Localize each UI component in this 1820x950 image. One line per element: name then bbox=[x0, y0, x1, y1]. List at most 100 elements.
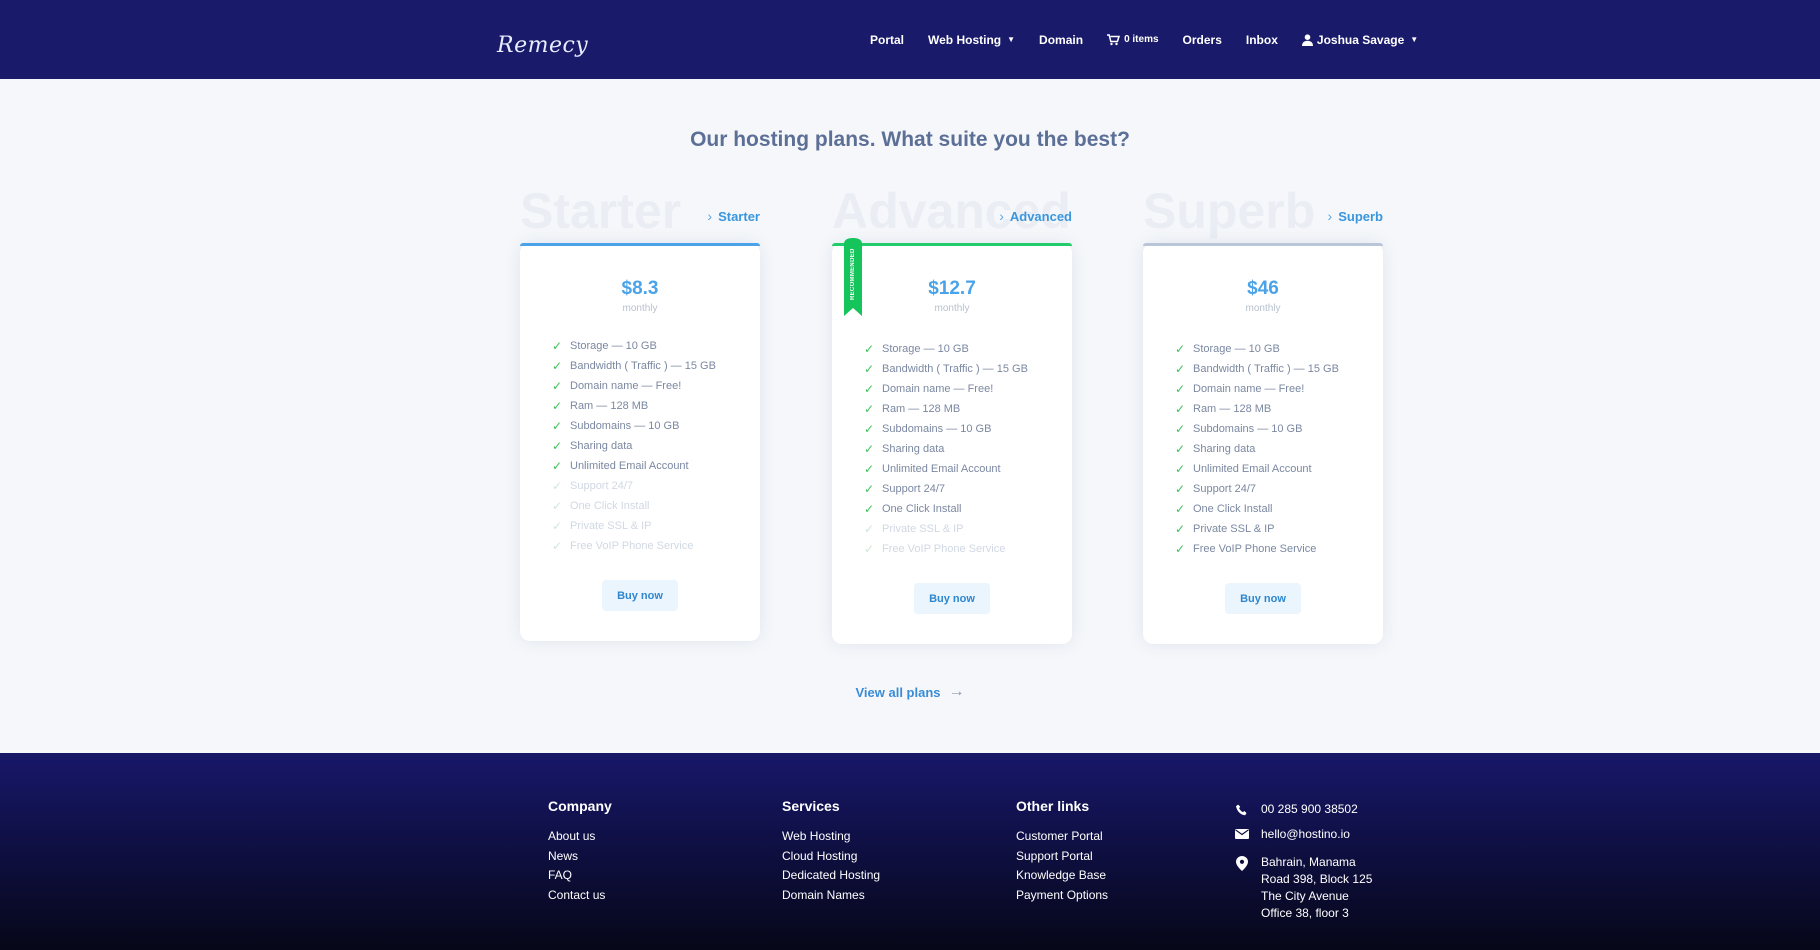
feature-item: ✓ Bandwidth ( Traffic ) — 15 GB bbox=[552, 356, 716, 376]
plan-starter: Starter › Starter $8.3 monthly ✓ Storage … bbox=[520, 186, 760, 646]
feature-item: ✓ Domain name — Free! bbox=[1175, 379, 1339, 399]
feature-item: ✓ Sharing data bbox=[864, 439, 1028, 459]
feature-item: ✓ Support 24/7 bbox=[1175, 479, 1339, 499]
footer-link[interactable]: Contact us bbox=[548, 886, 612, 906]
footer-email[interactable]: hello@hostino.io bbox=[1235, 827, 1350, 841]
footer-link[interactable]: Cloud Hosting bbox=[782, 847, 880, 867]
feature-item-disabled: ✓ Private SSL & IP bbox=[552, 516, 716, 536]
feature-text: Domain name — Free! bbox=[882, 383, 994, 395]
nav-web-hosting-dropdown[interactable]: Web Hosting ▼ bbox=[916, 33, 1027, 47]
check-icon: ✓ bbox=[864, 482, 875, 496]
feature-list: ✓ Storage — 10 GB ✓ Bandwidth ( Traffic ) … bbox=[552, 336, 716, 556]
plan-period: monthly bbox=[934, 303, 970, 314]
feature-item: ✓ Storage — 10 GB bbox=[552, 336, 716, 356]
nav-user-dropdown[interactable]: Joshua Savage ▼ bbox=[1290, 33, 1430, 47]
feature-text: Support 24/7 bbox=[882, 483, 945, 495]
feature-text: Sharing data bbox=[882, 443, 945, 455]
feature-text: Storage — 10 GB bbox=[882, 343, 969, 355]
nav-portal[interactable]: Portal bbox=[858, 33, 916, 47]
footer-address: Bahrain, Manama Road 398, Block 125 The … bbox=[1235, 854, 1372, 922]
footer-link[interactable]: Dedicated Hosting bbox=[782, 866, 880, 886]
footer-phone[interactable]: 00 285 900 38502 bbox=[1235, 802, 1358, 816]
feature-text: Support 24/7 bbox=[570, 480, 633, 492]
footer-column-company: Company About us News FAQ Contact us bbox=[548, 798, 612, 905]
feature-item: ✓ Domain name — Free! bbox=[864, 379, 1028, 399]
check-icon: ✓ bbox=[1175, 422, 1186, 436]
footer-link[interactable]: Payment Options bbox=[1016, 886, 1108, 906]
check-icon: ✓ bbox=[864, 462, 875, 476]
feature-text: Unlimited Email Account bbox=[1193, 463, 1312, 475]
plan-link-advanced[interactable]: › Advanced bbox=[999, 208, 1072, 224]
footer-link[interactable]: News bbox=[548, 847, 612, 867]
address-line: The City Avenue bbox=[1261, 889, 1349, 903]
feature-text: Free VoIP Phone Service bbox=[1193, 543, 1317, 555]
feature-item: ✓ One Click Install bbox=[864, 499, 1028, 519]
plan-card: $46 monthly ✓ Storage — 10 GB ✓ Bandwidth … bbox=[1143, 243, 1383, 644]
feature-text: One Click Install bbox=[570, 500, 650, 512]
footer-link[interactable]: FAQ bbox=[548, 866, 612, 886]
card-accent-line bbox=[520, 243, 760, 246]
footer-link[interactable]: Knowledge Base bbox=[1016, 866, 1108, 886]
feature-item: ✓ Support 24/7 bbox=[864, 479, 1028, 499]
feature-text: Ram — 128 MB bbox=[882, 403, 961, 415]
feature-item: ✓ Storage — 10 GB bbox=[1175, 339, 1339, 359]
nav-user-label: Joshua Savage bbox=[1316, 32, 1405, 47]
feature-item: ✓ Ram — 128 MB bbox=[864, 399, 1028, 419]
feature-text: Storage — 10 GB bbox=[1193, 343, 1280, 355]
plan-link-superb[interactable]: › Superb bbox=[1328, 208, 1383, 224]
check-icon: ✓ bbox=[864, 442, 875, 456]
feature-text: Unlimited Email Account bbox=[570, 460, 689, 472]
footer-address-lines: Bahrain, Manama Road 398, Block 125 The … bbox=[1261, 854, 1372, 922]
card-accent-line bbox=[1143, 243, 1383, 246]
nav-web-hosting-label: Web Hosting bbox=[928, 32, 1002, 47]
plan-link-label: Superb bbox=[1338, 208, 1383, 224]
buy-now-button[interactable]: Buy now bbox=[1225, 583, 1301, 614]
check-icon: ✓ bbox=[864, 402, 875, 416]
plan-card: RECOMMENDED $12.7 monthly ✓ Storage — 10 … bbox=[832, 238, 1072, 644]
plan-link-starter[interactable]: › Starter bbox=[707, 208, 760, 224]
brand-logo[interactable]: Remecy bbox=[497, 33, 588, 58]
address-line: Office 38, floor 3 bbox=[1261, 906, 1349, 920]
check-icon: ✓ bbox=[552, 399, 563, 413]
nav-cart[interactable]: 0 items bbox=[1095, 33, 1170, 46]
check-icon: ✓ bbox=[864, 522, 875, 536]
plan-card: $8.3 monthly ✓ Storage — 10 GB ✓ Bandwidth… bbox=[520, 243, 760, 641]
top-navbar: Remecy Portal Web Hosting ▼ Domain 0 ite… bbox=[0, 0, 1820, 79]
footer-link[interactable]: About us bbox=[548, 827, 612, 847]
view-all-plans-link[interactable]: View all plans → bbox=[0, 683, 1820, 701]
feature-item: ✓ Bandwidth ( Traffic ) — 15 GB bbox=[1175, 359, 1339, 379]
nav-domain[interactable]: Domain bbox=[1027, 33, 1095, 47]
check-icon: ✓ bbox=[552, 459, 563, 473]
nav-orders[interactable]: Orders bbox=[1171, 33, 1234, 47]
feature-text: Free VoIP Phone Service bbox=[882, 543, 1006, 555]
footer-phone-text: 00 285 900 38502 bbox=[1261, 802, 1358, 816]
footer-link[interactable]: Web Hosting bbox=[782, 827, 880, 847]
phone-icon bbox=[1235, 802, 1249, 816]
feature-text: Free VoIP Phone Service bbox=[570, 540, 694, 552]
user-icon bbox=[1301, 33, 1313, 46]
map-marker-icon bbox=[1235, 854, 1249, 922]
buy-now-button[interactable]: Buy now bbox=[914, 583, 990, 614]
feature-text: Bandwidth ( Traffic ) — 15 GB bbox=[570, 360, 716, 372]
feature-item: ✓ Private SSL & IP bbox=[1175, 519, 1339, 539]
feature-text: Ram — 128 MB bbox=[1193, 403, 1272, 415]
footer-link[interactable]: Support Portal bbox=[1016, 847, 1108, 867]
feature-item: ✓ Ram — 128 MB bbox=[1175, 399, 1339, 419]
footer-link[interactable]: Domain Names bbox=[782, 886, 880, 906]
check-icon: ✓ bbox=[552, 419, 563, 433]
chevron-right-icon: › bbox=[999, 208, 1004, 224]
check-icon: ✓ bbox=[552, 379, 563, 393]
buy-now-button[interactable]: Buy now bbox=[602, 580, 678, 611]
footer-column-other-links: Other links Customer Portal Support Port… bbox=[1016, 798, 1108, 905]
nav-inbox[interactable]: Inbox bbox=[1234, 33, 1290, 47]
feature-item: ✓ Subdomains — 10 GB bbox=[1175, 419, 1339, 439]
footer-link[interactable]: Customer Portal bbox=[1016, 827, 1108, 847]
feature-text: One Click Install bbox=[882, 503, 962, 515]
check-icon: ✓ bbox=[552, 499, 563, 513]
check-icon: ✓ bbox=[1175, 402, 1186, 416]
feature-item: ✓ Sharing data bbox=[552, 436, 716, 456]
feature-item: ✓ Unlimited Email Account bbox=[864, 459, 1028, 479]
nav-portal-label: Portal bbox=[870, 32, 905, 47]
feature-text: Ram — 128 MB bbox=[570, 400, 649, 412]
feature-text: Unlimited Email Account bbox=[882, 463, 1001, 475]
